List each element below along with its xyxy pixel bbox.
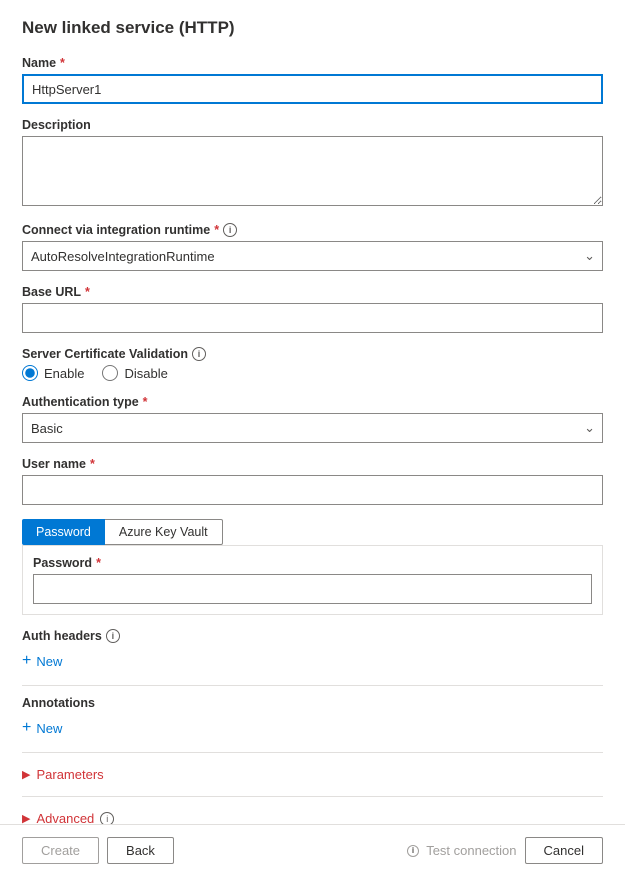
password-tab[interactable]: Password [22, 519, 105, 545]
base-url-required: * [85, 285, 90, 299]
password-tab-panel: Password * [22, 545, 603, 615]
advanced-info-icon[interactable]: i [100, 812, 114, 825]
parameters-chevron-icon: ▶ [22, 768, 30, 781]
cert-validation-radio-group: Enable Disable [22, 365, 603, 381]
password-section: Password Azure Key Vault Password * [22, 519, 603, 615]
enable-radio-option[interactable]: Enable [22, 365, 84, 381]
auth-type-required: * [143, 395, 148, 409]
enable-radio-label: Enable [44, 366, 84, 381]
auth-headers-plus-icon: + [22, 653, 31, 669]
disable-radio-option[interactable]: Disable [102, 365, 167, 381]
divider-1 [22, 685, 603, 686]
runtime-info-icon[interactable]: i [223, 223, 237, 237]
create-button[interactable]: Create [22, 837, 99, 864]
cert-validation-field-group: Server Certificate Validation i Enable D… [22, 347, 603, 381]
enable-radio[interactable] [22, 365, 38, 381]
name-label: Name * [22, 56, 603, 70]
runtime-label: Connect via integration runtime * i [22, 223, 603, 237]
divider-3 [22, 796, 603, 797]
description-label: Description [22, 118, 603, 132]
auth-type-select-wrapper: Basic ⌄ [22, 413, 603, 443]
auth-headers-label: Auth headers i [22, 629, 603, 643]
runtime-select[interactable]: AutoResolveIntegrationRuntime [22, 241, 603, 271]
cancel-button[interactable]: Cancel [525, 837, 603, 864]
password-required: * [96, 556, 101, 570]
password-field-label: Password * [33, 556, 592, 570]
runtime-select-wrapper: AutoResolveIntegrationRuntime ⌄ [22, 241, 603, 271]
back-button[interactable]: Back [107, 837, 174, 864]
name-field-group: Name * [22, 56, 603, 104]
advanced-label: Advanced [36, 811, 94, 824]
password-tab-group: Password Azure Key Vault [22, 519, 603, 545]
username-label: User name * [22, 457, 603, 471]
cert-validation-label: Server Certificate Validation i [22, 347, 603, 361]
password-input[interactable] [33, 574, 592, 604]
disable-radio-label: Disable [124, 366, 167, 381]
disable-radio[interactable] [102, 365, 118, 381]
auth-headers-info-icon[interactable]: i [106, 629, 120, 643]
base-url-label: Base URL * [22, 285, 603, 299]
description-field-group: Description [22, 118, 603, 209]
base-url-field-group: Base URL * [22, 285, 603, 333]
annotations-section: Annotations + New [22, 696, 603, 738]
auth-type-label: Authentication type * [22, 395, 603, 409]
cert-info-icon[interactable]: i [192, 347, 206, 361]
annotations-new-button[interactable]: + New [22, 718, 62, 738]
parameters-collapsible[interactable]: ▶ Parameters [22, 763, 603, 786]
description-input[interactable] [22, 136, 603, 206]
auth-type-field-group: Authentication type * Basic ⌄ [22, 395, 603, 443]
annotations-label: Annotations [22, 696, 603, 710]
parameters-label: Parameters [36, 767, 103, 782]
auth-headers-section: Auth headers i + New [22, 629, 603, 671]
runtime-required: * [214, 223, 219, 237]
footer-bar: Create Back Test connection Cancel [0, 824, 625, 876]
username-field-group: User name * [22, 457, 603, 505]
username-input[interactable] [22, 475, 603, 505]
auth-type-select[interactable]: Basic [22, 413, 603, 443]
advanced-collapsible[interactable]: ▶ Advanced i [22, 807, 603, 824]
name-input[interactable] [22, 74, 603, 104]
annotations-plus-icon: + [22, 720, 31, 736]
runtime-field-group: Connect via integration runtime * i Auto… [22, 223, 603, 271]
name-required: * [60, 56, 65, 70]
username-required: * [90, 457, 95, 471]
page-title: New linked service (HTTP) [22, 18, 603, 38]
azure-key-vault-tab[interactable]: Azure Key Vault [105, 519, 223, 545]
test-connection-button[interactable]: Test connection [406, 843, 516, 858]
test-connection-icon [406, 844, 420, 858]
base-url-input[interactable] [22, 303, 603, 333]
advanced-chevron-icon: ▶ [22, 812, 30, 824]
auth-headers-new-button[interactable]: + New [22, 651, 62, 671]
divider-2 [22, 752, 603, 753]
